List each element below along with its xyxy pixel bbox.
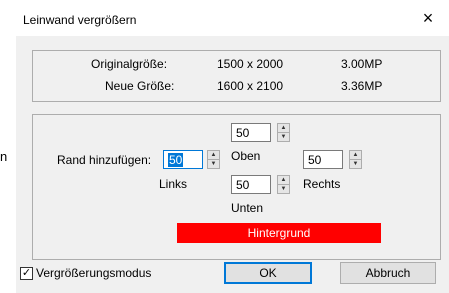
- bottom-margin-spinner[interactable]: ▲ ▼: [277, 175, 290, 194]
- spin-down-icon[interactable]: ▼: [208, 160, 219, 168]
- background-text-fragment: n: [0, 149, 8, 164]
- new-megapixels: 3.36MP: [341, 79, 383, 93]
- new-size-label: Neue Größe:: [105, 79, 175, 93]
- close-button[interactable]: ×: [413, 5, 443, 31]
- spin-down-icon[interactable]: ▼: [278, 185, 289, 193]
- new-size-value: 1600 x 2100: [217, 79, 284, 93]
- spin-down-icon[interactable]: ▼: [278, 133, 289, 141]
- right-margin-input[interactable]: 50: [303, 150, 343, 169]
- enlarge-mode-checkbox[interactable]: ✓: [20, 267, 33, 280]
- top-margin-input[interactable]: 50: [231, 123, 271, 142]
- original-megapixels: 3.00MP: [341, 57, 383, 71]
- spin-up-icon[interactable]: ▲: [350, 151, 361, 160]
- original-size-label: Originalgröße:: [91, 57, 168, 71]
- margin-group: 50 ▲ ▼ Oben Rand hinzufügen: 50 ▲ ▼ Link…: [32, 114, 441, 260]
- add-margin-label: Rand hinzufügen:: [57, 153, 152, 167]
- spin-up-icon[interactable]: ▲: [278, 124, 289, 133]
- spin-down-icon[interactable]: ▼: [350, 160, 361, 168]
- spin-up-icon[interactable]: ▲: [208, 151, 219, 160]
- bottom-margin-label: Unten: [231, 201, 264, 215]
- ok-button[interactable]: OK: [224, 262, 312, 284]
- left-margin-value: 50: [168, 153, 184, 167]
- spin-up-icon[interactable]: ▲: [278, 176, 289, 185]
- left-margin-spinner[interactable]: ▲ ▼: [207, 150, 220, 169]
- original-size-value: 1500 x 2000: [217, 57, 284, 71]
- enlarge-mode-label: Vergrößerungsmodus: [36, 266, 152, 280]
- background-window: [0, 0, 16, 293]
- size-info-group: Originalgröße: 1500 x 2000 3.00MP Neue G…: [32, 50, 441, 102]
- top-margin-label: Oben: [231, 149, 261, 163]
- close-icon: ×: [422, 7, 434, 28]
- top-margin-spinner[interactable]: ▲ ▼: [277, 123, 290, 142]
- right-margin-spinner[interactable]: ▲ ▼: [349, 150, 362, 169]
- left-margin-input[interactable]: 50: [163, 150, 203, 169]
- right-margin-label: Rechts: [303, 177, 341, 191]
- canvas-size-dialog: Leinwand vergrößern × Originalgröße: 150…: [16, 0, 449, 293]
- check-icon: ✓: [21, 267, 32, 279]
- cancel-button[interactable]: Abbruch: [340, 262, 436, 284]
- dialog-title: Leinwand vergrößern: [23, 13, 137, 27]
- dialog-content: Originalgröße: 1500 x 2000 3.00MP Neue G…: [16, 36, 449, 293]
- bottom-margin-input[interactable]: 50: [231, 175, 271, 194]
- background-color-button[interactable]: Hintergrund: [177, 223, 381, 243]
- left-margin-label: Links: [159, 177, 188, 191]
